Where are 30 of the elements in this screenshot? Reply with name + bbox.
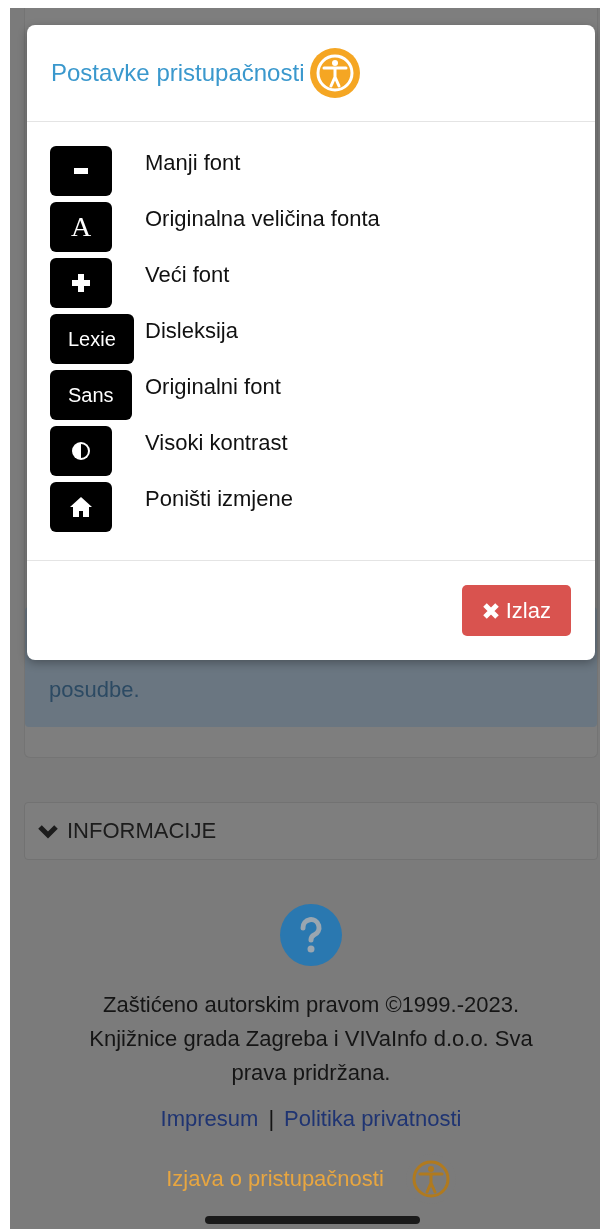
accessibility-icon (310, 48, 361, 98)
option-label: Poništi izmjene (145, 485, 294, 512)
home-icon (70, 497, 92, 517)
option-button[interactable]: Lexie (50, 314, 134, 364)
close-button[interactable]: Izlaz (461, 585, 571, 636)
option-label: Disleksija (145, 317, 239, 344)
option-label: Visoki kontrast (145, 429, 289, 456)
minus-icon (74, 168, 88, 174)
option-label: Originalni font (145, 373, 282, 400)
chevron-icon (37, 823, 59, 839)
option-button[interactable]: A (50, 202, 112, 252)
copyright-text: Zaštićeno autorskim pravom ©1999.-2023. Knjižnice grada Zagreba i VIVaInfo d.o.o. Sva prava pridržana. (88, 991, 534, 1087)
option-button[interactable] (50, 146, 112, 196)
collapsible-section[interactable]: INFORMACIJE (24, 802, 598, 860)
option-button[interactable] (50, 258, 112, 308)
plus-icon (72, 274, 90, 292)
close-icon (481, 601, 500, 620)
alert-text: posudbe. (49, 677, 140, 703)
option-label: Manji font (145, 149, 242, 176)
option-button[interactable]: Sans (50, 370, 132, 420)
link-separator: | (268, 1106, 275, 1132)
option-button[interactable] (50, 482, 112, 532)
impresum-link[interactable]: Impresum (160, 1106, 259, 1132)
option-button[interactable] (50, 426, 112, 476)
option-label: Veći font (145, 261, 231, 288)
option-label: Originalna veličina fonta (145, 205, 381, 232)
contrast-icon (71, 441, 91, 461)
privacy-link[interactable]: Politika privatnosti (284, 1106, 462, 1132)
dialog-title: Postavke pristupačnosti (51, 59, 305, 87)
section-title: INFORMACIJE (67, 818, 217, 844)
